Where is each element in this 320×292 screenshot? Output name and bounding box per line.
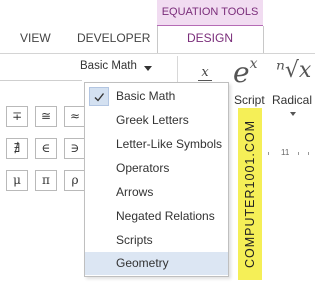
menu-item-label: Arrows <box>116 185 154 199</box>
ruler-tick <box>298 152 299 155</box>
fraction-numerator: x <box>201 65 209 80</box>
menu-item-label: Scripts <box>116 233 153 247</box>
symbol-button[interactable]: π <box>35 170 57 191</box>
tab-design[interactable]: DESIGN <box>187 31 233 45</box>
menu-item-arrows[interactable]: Arrows <box>85 181 228 204</box>
symbol-area-divider <box>0 80 82 81</box>
menu-item-operators[interactable]: Operators <box>85 157 228 180</box>
ribbon-tab-row: VIEW DEVELOPER DESIGN <box>0 26 315 52</box>
script-glyph-exp: x <box>249 55 258 72</box>
symbol-button[interactable]: ∓ <box>6 106 28 127</box>
menu-item-label: Operators <box>116 161 170 175</box>
symbol-category-dropdown[interactable]: Basic Math <box>80 60 160 78</box>
script-button-label[interactable]: Script <box>234 93 265 107</box>
menu-item-label: Basic Math <box>116 89 176 103</box>
menu-item-negated-relations[interactable]: Negated Relations <box>85 205 228 228</box>
menu-item-scripts[interactable]: Scripts <box>85 229 228 252</box>
menu-item-greek-letters[interactable]: Greek Letters <box>85 109 228 132</box>
symbol-button[interactable]: ρ <box>64 170 86 191</box>
menu-item-label: Geometry <box>116 256 169 270</box>
tab-developer[interactable]: DEVELOPER <box>77 31 150 45</box>
checkmark-icon <box>89 87 109 106</box>
menu-item-label: Greek Letters <box>116 113 189 127</box>
symbol-button[interactable]: ∄ <box>6 138 28 159</box>
symbol-button[interactable]: ∋ <box>64 138 86 159</box>
script-glyph-base: e <box>233 56 250 89</box>
radical-icon[interactable]: ⁿ√x <box>276 58 311 83</box>
symbol-category-label: Basic Math <box>80 60 137 72</box>
symbol-button[interactable]: μ <box>6 170 28 191</box>
menu-item-geometry[interactable]: Geometry <box>85 252 228 275</box>
radical-button-label[interactable]: Radical <box>272 93 312 107</box>
symbol-category-menu: Basic Math Greek Letters Letter-Like Sym… <box>84 82 229 277</box>
menu-item-label: Negated Relations <box>116 209 215 223</box>
ruler-tick <box>308 152 309 155</box>
menu-item-label: Letter-Like Symbols <box>116 137 223 151</box>
watermark-text: COMPUTER1001.COM <box>243 120 257 268</box>
dropdown-arrow-icon <box>144 66 152 71</box>
menu-item-basic-math[interactable]: Basic Math <box>85 85 228 108</box>
ribbon-divider <box>0 53 315 54</box>
tab-view[interactable]: VIEW <box>20 31 51 45</box>
radical-dropdown-arrow-icon[interactable] <box>290 112 296 116</box>
watermark-banner: COMPUTER1001.COM <box>238 108 262 280</box>
ruler-number: 11 <box>281 148 290 157</box>
symbol-button[interactable]: ≈ <box>64 106 86 127</box>
script-icon[interactable]: ex <box>233 56 257 89</box>
contextual-group-title: EQUATION TOOLS <box>161 6 259 18</box>
symbol-button[interactable]: ∈ <box>35 138 57 159</box>
menu-item-letter-like-symbols[interactable]: Letter-Like Symbols <box>85 133 228 156</box>
symbol-button[interactable]: ≅ <box>35 106 57 127</box>
word-ribbon-window: EQUATION TOOLS VIEW DEVELOPER DESIGN Bas… <box>0 0 315 292</box>
ruler-tick <box>268 152 269 155</box>
